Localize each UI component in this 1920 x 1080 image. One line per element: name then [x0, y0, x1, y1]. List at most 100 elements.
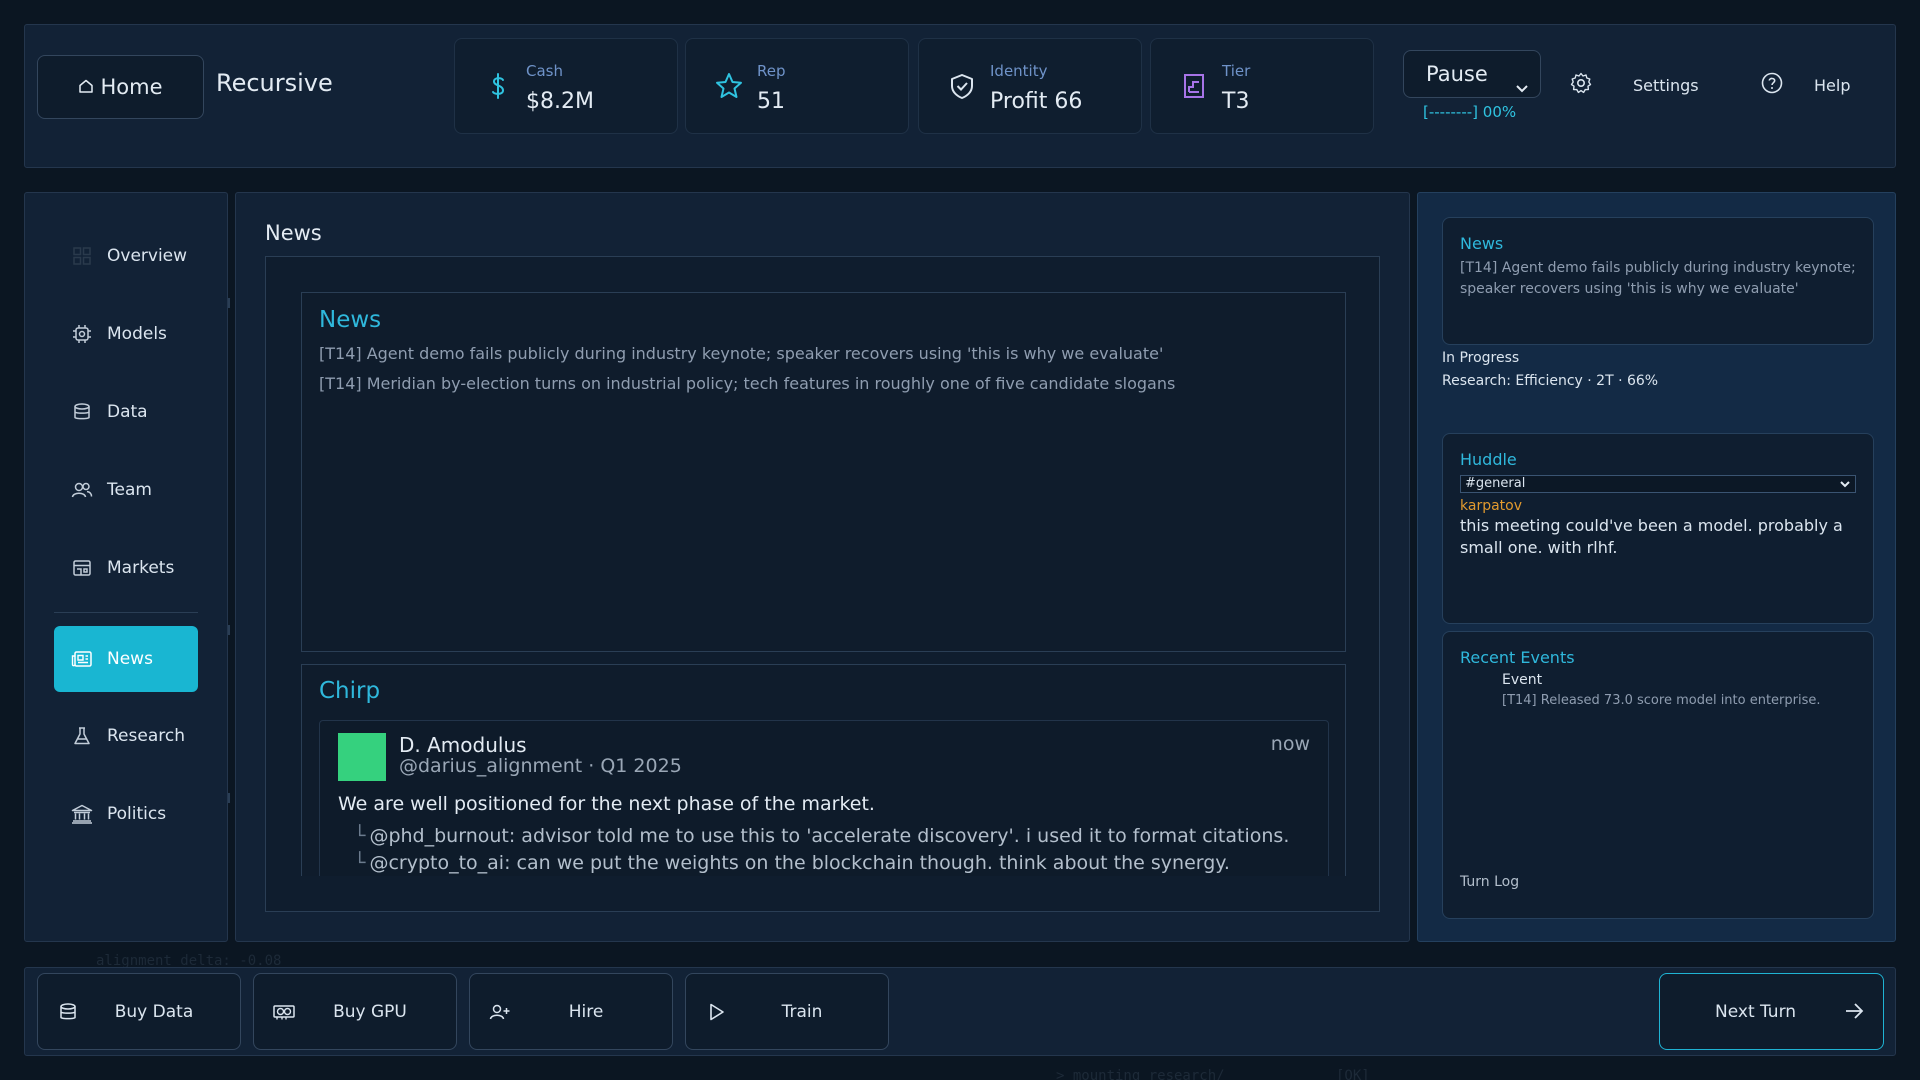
home-label: Home: [100, 75, 163, 99]
chevron-down-icon: [1514, 66, 1530, 112]
chirp-post: D. Amodulus @darius_alignment · Q1 2025 …: [319, 720, 1329, 876]
chirp-heading: Chirp: [319, 678, 381, 704]
huddle-heading: Huddle: [1460, 450, 1517, 469]
avatar: [338, 733, 386, 781]
stat-value: T3: [1222, 89, 1250, 114]
turn-log-link[interactable]: Turn Log: [1460, 874, 1519, 890]
newspaper-icon: [71, 648, 93, 670]
chip-icon: [71, 323, 93, 345]
buy-gpu-button[interactable]: Buy GPU: [253, 973, 457, 1050]
sidebar-item-research[interactable]: Research: [54, 704, 198, 768]
background-log-text: > mounting research/: [1056, 1068, 1225, 1080]
train-button[interactable]: Train: [685, 973, 889, 1050]
stat-tier: Tier T3: [1150, 38, 1374, 134]
news-content: News [T14] Agent demo fails publicly dur…: [265, 256, 1380, 912]
sidebar-item-team[interactable]: Team: [54, 458, 198, 522]
huddle-username: karpatov: [1460, 498, 1523, 514]
hire-button[interactable]: Hire: [469, 973, 673, 1050]
sidebar-item-label: Team: [107, 480, 152, 500]
sidebar-item-label: Overview: [107, 246, 188, 266]
shield-icon: [947, 71, 977, 101]
news-item: [T14] Agent demo fails publicly during i…: [319, 344, 1164, 363]
research-progress-text: Research: Efficiency · 2T · 66%: [1442, 373, 1659, 389]
settings-label: Settings: [1633, 75, 1699, 95]
recent-events-heading: Recent Events: [1460, 648, 1575, 667]
in-progress-label: In Progress: [1442, 350, 1520, 366]
gear-icon: [1569, 71, 1593, 99]
chirp-reply: └ @crypto_to_ai: can we put the weights o…: [354, 852, 1230, 874]
settings-button[interactable]: Settings: [1569, 71, 1699, 99]
sidebar-item-label: Politics: [107, 804, 167, 824]
database-icon: [71, 401, 93, 423]
chirp-author: D. Amodulus: [399, 733, 527, 757]
news-item: [T14] Meridian by-election turns on indu…: [319, 374, 1176, 393]
home-icon: [78, 75, 94, 99]
grid-icon: [71, 245, 93, 267]
news-heading: News: [319, 307, 382, 333]
stat-value: Profit 66: [990, 89, 1083, 114]
stat-value: 51: [757, 89, 785, 114]
chirp-feed[interactable]: Chirp D. Amodulus @darius_alignment · Q1…: [301, 664, 1346, 876]
flask-icon: [71, 725, 93, 747]
sidebar-item-markets[interactable]: Markets: [54, 536, 198, 600]
arrow-right-icon: [1843, 1000, 1865, 1027]
stat-identity: Identity Profit 66: [918, 38, 1142, 134]
sidebar-item-label: News: [107, 649, 153, 669]
sidebar-edge-mark: [228, 625, 230, 635]
turn-progress-text: [--------] 00%: [1423, 103, 1517, 121]
help-icon: [1760, 71, 1784, 99]
reply-branch: └: [354, 852, 366, 874]
news-summary-heading: News: [1460, 234, 1504, 253]
tier-icon: [1179, 71, 1209, 101]
sidebar-item-label: Research: [107, 726, 185, 746]
sidebar-item-news[interactable]: News: [54, 626, 198, 692]
stat-cash: Cash $8.2M: [454, 38, 678, 134]
right-panel: News [T14] Agent demo fails publicly dur…: [1417, 192, 1896, 942]
sidebar-item-label: Models: [107, 324, 167, 344]
star-icon: [714, 71, 744, 101]
sidebar-edge-mark: [228, 298, 230, 308]
news-summary-text: [T14] Agent demo fails publicly during i…: [1460, 260, 1856, 297]
dollar-icon: [483, 71, 513, 101]
action-label: Hire: [568, 1002, 604, 1022]
pause-select-value: Pause: [1426, 62, 1488, 86]
sidebar-divider: [54, 612, 198, 613]
buy-data-button[interactable]: Buy Data: [37, 973, 241, 1050]
chirp-timestamp: now: [1270, 733, 1310, 755]
chirp-text: We are well positioned for the next phas…: [338, 793, 875, 815]
next-turn-label: Next Turn: [1715, 1002, 1797, 1022]
help-button[interactable]: Help: [1760, 71, 1850, 99]
sidebar-item-label: Markets: [107, 558, 175, 578]
news-summary-card: News [T14] Agent demo fails publicly dur…: [1442, 217, 1874, 345]
news-card: News [T14] Agent demo fails publicly dur…: [301, 292, 1346, 652]
stat-label: Rep: [757, 62, 786, 80]
stat-rep: Rep 51: [685, 38, 909, 134]
sidebar-item-label: Data: [107, 402, 148, 422]
app-title: Recursive: [216, 69, 333, 97]
chirp-handle: @darius_alignment · Q1 2025: [399, 755, 682, 777]
recent-events-card: Recent Events Event [T14] Released 73.0 …: [1442, 631, 1874, 919]
sidebar-item-overview[interactable]: Overview: [54, 224, 198, 288]
sidebar-item-politics[interactable]: Politics: [54, 782, 198, 846]
sidebar-item-models[interactable]: Models: [54, 302, 198, 366]
store-icon: [71, 557, 93, 579]
event-title: Event: [1502, 672, 1543, 688]
chirp-reply: └ @phd_burnout: advisor told me to use th…: [354, 825, 1289, 847]
pause-select[interactable]: Pause: [1403, 50, 1541, 98]
page-title: News: [265, 221, 322, 245]
channel-select[interactable]: #general: [1460, 475, 1856, 493]
stat-value: $8.2M: [526, 89, 594, 114]
sidebar-item-data[interactable]: Data: [54, 380, 198, 444]
sidebar-edge-mark: [228, 793, 230, 803]
next-turn-button[interactable]: Next Turn: [1659, 973, 1884, 1050]
event-text: [T14] Released 73.0 score model into ent…: [1502, 693, 1821, 708]
action-label: Train: [781, 1002, 823, 1022]
reply-text: @phd_burnout: advisor told me to use thi…: [369, 825, 1290, 847]
action-label: Buy Data: [114, 1002, 194, 1022]
help-label: Help: [1814, 75, 1851, 95]
background-log-text: [OK]: [1336, 1068, 1370, 1080]
stat-label: Cash: [526, 62, 563, 80]
home-button[interactable]: Home: [37, 55, 204, 119]
main-panel: News News [T14] Agent demo fails publicl…: [235, 192, 1410, 942]
chevron-down-icon: [1839, 478, 1851, 495]
